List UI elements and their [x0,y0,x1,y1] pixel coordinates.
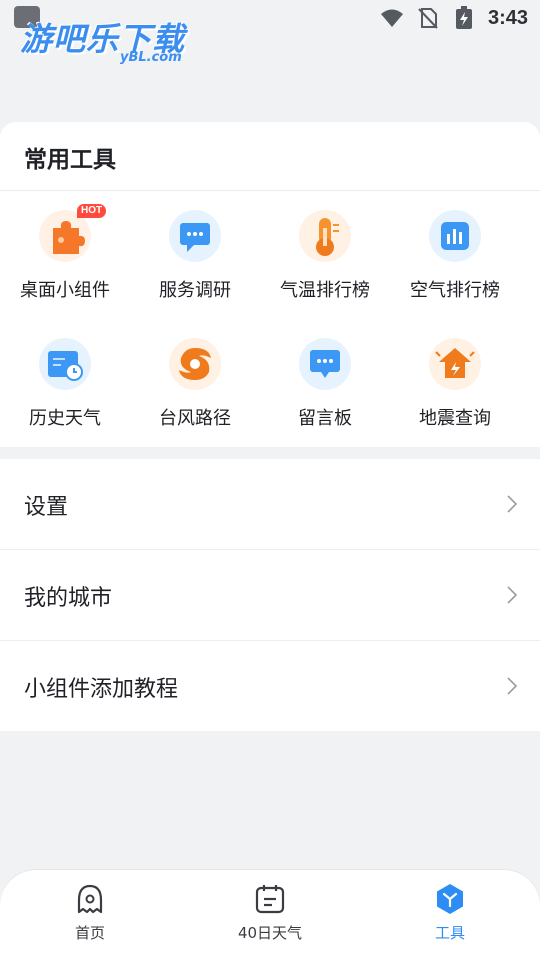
tool-label: 空气排行榜 [410,280,500,301]
thermometer-icon [316,218,339,256]
tools-hex-icon [437,884,463,914]
nav-home[interactable]: 首页 [30,882,150,943]
tool-grid: HOT 桌面小组件 服务调研 气温排行榜 空气排行榜 历史天气 台风路径 留言板… [0,204,540,466]
card-title: 常用工具 [24,147,116,173]
tool-desktop-widget[interactable]: HOT 桌面小组件 [0,204,130,338]
nav-label: 40日天气 [237,924,303,942]
tool-message-board[interactable]: 留言板 [260,338,390,466]
tool-label: 桌面小组件 [20,280,110,301]
chevron-right-icon [507,495,518,513]
tool-label: 服务调研 [159,280,231,301]
common-tools-card: 常用工具 HOT 桌面小组件 服务调研 气温排行榜 空气排行榜 历史天气 台风路… [0,122,540,447]
survey-chat-icon [180,223,210,252]
calendar-icon [255,885,285,914]
my-city-item[interactable]: 我的城市 [0,550,540,641]
tool-earthquake-query[interactable]: 地震查询 [390,338,520,466]
bar-chart-icon [441,222,469,250]
chevron-right-icon [507,677,518,695]
tool-service-survey[interactable]: 服务调研 [130,210,260,338]
settings-item[interactable]: 设置 [0,459,540,550]
nav-label: 工具 [434,924,465,942]
wifi-icon [380,9,403,27]
tools-screen: 游吧乐下载 yBL.com 3:43 常用工具 HOT 桌面小组件 服务调研 气… [0,0,540,960]
home-ghost-icon [77,884,103,914]
tool-temperature-ranking[interactable]: 气温排行榜 [260,210,390,338]
nav-40-day-weather[interactable]: 40日天气 [210,882,330,943]
tool-label: 历史天气 [29,408,101,429]
message-board-icon [310,350,340,378]
settings-list: 设置 我的城市 小组件添加教程 [0,459,540,731]
chevron-right-icon [507,586,518,604]
bottom-nav: 首页 40日天气 工具 [0,870,540,960]
typhoon-icon [179,348,211,380]
setting-label: 设置 [24,495,69,520]
tool-label: 地震查询 [419,408,491,429]
tool-label: 气温排行榜 [280,280,370,301]
tool-label: 留言板 [298,408,352,429]
nav-label: 首页 [74,924,105,942]
tool-label: 台风路径 [159,408,231,429]
status-time: 3:43 [487,6,528,29]
no-sim-icon [418,8,438,29]
setting-label: 我的城市 [24,586,113,611]
widget-tutorial-item[interactable]: 小组件添加教程 [0,641,540,731]
setting-label: 小组件添加教程 [24,677,179,702]
earthquake-house-icon [435,348,475,378]
tool-typhoon-path[interactable]: 台风路径 [130,338,260,466]
battery-charging-icon [455,6,472,29]
tool-history-weather[interactable]: 历史天气 [0,338,130,466]
divider [0,190,540,191]
hot-badge: HOT [77,204,107,218]
nav-tools[interactable]: 工具 [390,882,510,943]
status-bar: 游吧乐下载 yBL.com 3:43 [0,0,540,65]
calendar-clock-icon [48,351,83,381]
tool-air-ranking[interactable]: 空气排行榜 [390,210,520,338]
watermark-sub: yBL.com [120,50,182,65]
